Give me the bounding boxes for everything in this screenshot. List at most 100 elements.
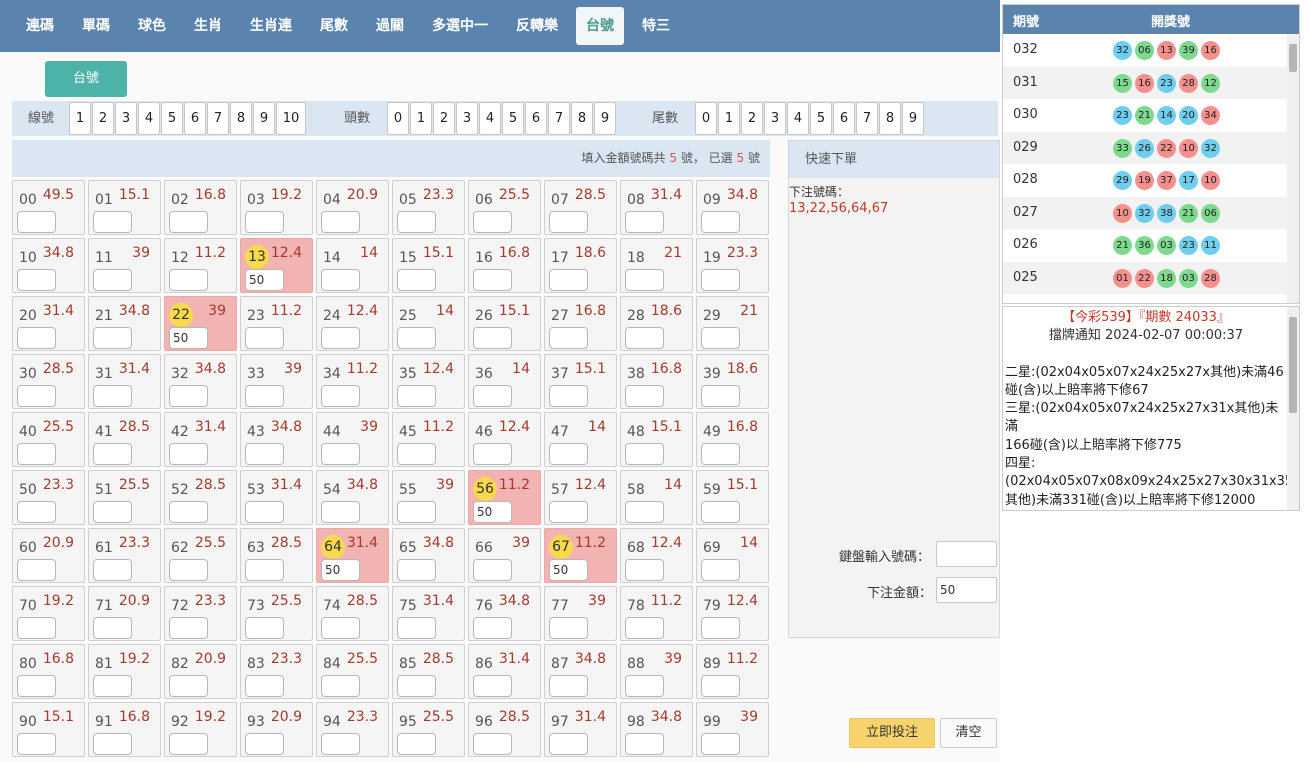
cell-amount-input[interactable] [245,675,284,697]
cell-amount-input[interactable] [701,269,740,291]
cell-amount-input[interactable] [549,269,588,291]
number-cell-66[interactable]: 66 39 [468,528,541,583]
number-cell-90[interactable]: 90 15.1 [12,702,85,757]
cell-amount-input[interactable] [473,675,512,697]
number-cell-09[interactable]: 09 34.8 [696,180,769,235]
number-cell-03[interactable]: 03 19.2 [240,180,313,235]
number-cell-28[interactable]: 28 18.6 [620,296,693,351]
number-cell-33[interactable]: 33 39 [240,354,313,409]
line-button-5[interactable]: 5 [161,102,183,135]
number-cell-65[interactable]: 65 34.8 [392,528,465,583]
cell-amount-input[interactable] [473,211,512,233]
number-cell-23[interactable]: 23 11.2 [240,296,313,351]
nav-tab-10[interactable]: 特三 [632,7,680,45]
nav-tab-5[interactable]: 尾數 [310,7,358,45]
number-cell-38[interactable]: 38 16.8 [620,354,693,409]
number-cell-51[interactable]: 51 25.5 [88,470,161,525]
cell-amount-input[interactable] [397,443,436,465]
tail-button-8[interactable]: 8 [879,102,901,135]
number-cell-05[interactable]: 05 23.3 [392,180,465,235]
cell-amount-input[interactable] [17,617,56,639]
cell-amount-input[interactable] [169,733,208,755]
number-cell-61[interactable]: 61 23.3 [88,528,161,583]
cell-amount-input[interactable] [625,617,664,639]
subtab-taihao[interactable]: 台號 [45,61,127,97]
number-cell-67[interactable]: 67 11.2 50 [544,528,617,583]
nav-tab-0[interactable]: 連碼 [16,7,64,45]
number-cell-37[interactable]: 37 15.1 [544,354,617,409]
cell-amount-input[interactable] [701,211,740,233]
notice-scroll-thumb[interactable] [1289,317,1297,413]
nav-tab-7[interactable]: 多選中一 [422,7,498,45]
number-cell-45[interactable]: 45 11.2 [392,412,465,467]
submit-bet-button[interactable]: 立即投注 [849,718,935,748]
number-cell-59[interactable]: 59 15.1 [696,470,769,525]
line-button-1[interactable]: 1 [69,102,91,135]
number-cell-27[interactable]: 27 16.8 [544,296,617,351]
number-cell-92[interactable]: 92 19.2 [164,702,237,757]
cell-amount-input[interactable] [321,211,360,233]
line-button-8[interactable]: 8 [230,102,252,135]
cell-amount-input[interactable] [321,617,360,639]
cell-amount-input[interactable] [625,211,664,233]
cell-amount-input[interactable] [397,617,436,639]
number-cell-11[interactable]: 11 39 [88,238,161,293]
number-cell-31[interactable]: 31 31.4 [88,354,161,409]
number-cell-49[interactable]: 49 16.8 [696,412,769,467]
number-cell-69[interactable]: 69 14 [696,528,769,583]
cell-amount-input[interactable] [17,443,56,465]
number-cell-82[interactable]: 82 20.9 [164,644,237,699]
number-cell-29[interactable]: 29 21 [696,296,769,351]
tail-button-0[interactable]: 0 [695,102,717,135]
number-cell-70[interactable]: 70 19.2 [12,586,85,641]
tail-button-9[interactable]: 9 [902,102,924,135]
line-button-7[interactable]: 7 [207,102,229,135]
number-cell-53[interactable]: 53 31.4 [240,470,313,525]
keyboard-input-field[interactable] [936,541,997,567]
number-cell-54[interactable]: 54 34.8 [316,470,389,525]
head-button-2[interactable]: 2 [433,102,455,135]
number-cell-91[interactable]: 91 16.8 [88,702,161,757]
number-cell-96[interactable]: 96 28.5 [468,702,541,757]
cell-amount-input[interactable] [321,443,360,465]
cell-amount-input[interactable] [169,269,208,291]
number-cell-06[interactable]: 06 25.5 [468,180,541,235]
number-cell-18[interactable]: 18 21 [620,238,693,293]
number-cell-57[interactable]: 57 12.4 [544,470,617,525]
number-cell-95[interactable]: 95 25.5 [392,702,465,757]
cell-amount-input[interactable] [17,733,56,755]
number-cell-58[interactable]: 58 14 [620,470,693,525]
cell-amount-input[interactable] [701,733,740,755]
cell-amount-input[interactable] [93,385,132,407]
number-cell-16[interactable]: 16 16.8 [468,238,541,293]
cell-amount-input[interactable] [473,269,512,291]
number-cell-21[interactable]: 21 34.8 [88,296,161,351]
number-cell-89[interactable]: 89 11.2 [696,644,769,699]
cell-amount-input[interactable] [549,385,588,407]
number-cell-12[interactable]: 12 11.2 [164,238,237,293]
cell-amount-input[interactable] [245,443,284,465]
number-cell-34[interactable]: 34 11.2 [316,354,389,409]
number-cell-40[interactable]: 40 25.5 [12,412,85,467]
number-cell-80[interactable]: 80 16.8 [12,644,85,699]
number-cell-68[interactable]: 68 12.4 [620,528,693,583]
number-cell-00[interactable]: 00 49.5 [12,180,85,235]
number-cell-15[interactable]: 15 15.1 [392,238,465,293]
number-cell-47[interactable]: 47 14 [544,412,617,467]
tail-button-6[interactable]: 6 [833,102,855,135]
cell-amount-input[interactable] [549,675,588,697]
cell-amount-input[interactable] [17,675,56,697]
cell-amount-input[interactable] [169,501,208,523]
cell-amount-input[interactable] [625,675,664,697]
cell-amount-input[interactable] [93,501,132,523]
cell-amount-input[interactable] [245,733,284,755]
cell-amount-input[interactable] [245,327,284,349]
nav-tab-8[interactable]: 反轉樂 [506,7,568,45]
number-cell-01[interactable]: 01 15.1 [88,180,161,235]
head-button-6[interactable]: 6 [525,102,547,135]
cell-amount-input[interactable] [625,443,664,465]
nav-tab-9[interactable]: 台號 [576,7,624,45]
cell-amount-input[interactable] [549,501,588,523]
cell-amount-input[interactable] [549,617,588,639]
cell-amount-input[interactable] [169,385,208,407]
